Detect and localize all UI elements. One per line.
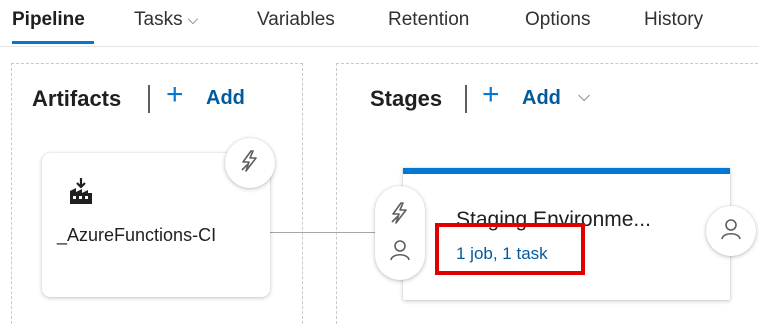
stages-separator bbox=[465, 85, 467, 113]
artifact-name: _AzureFunctions-CI bbox=[57, 225, 217, 245]
chevron-down-icon[interactable]: ⌵ bbox=[578, 88, 590, 106]
pipeline-connector bbox=[270, 232, 375, 233]
artifacts-separator bbox=[148, 85, 150, 113]
plus-icon[interactable]: + bbox=[482, 80, 500, 110]
tab-options[interactable]: Options bbox=[525, 9, 590, 31]
person-icon bbox=[720, 217, 742, 246]
post-deployment-approvals-button[interactable] bbox=[706, 206, 756, 256]
stages-title: Stages bbox=[370, 86, 443, 111]
active-tab-indicator bbox=[12, 41, 94, 44]
tab-tasks-label: Tasks bbox=[134, 9, 183, 30]
tab-tasks[interactable]: Tasks ⌵ bbox=[134, 9, 198, 31]
tab-variables[interactable]: Variables bbox=[257, 9, 335, 31]
person-icon[interactable] bbox=[389, 238, 411, 267]
tab-pipeline[interactable]: Pipeline bbox=[12, 9, 85, 31]
lightning-icon[interactable] bbox=[389, 201, 411, 230]
tab-retention[interactable]: Retention bbox=[388, 9, 469, 31]
chevron-down-icon: ⌵ bbox=[187, 11, 199, 27]
add-artifact-button[interactable]: Add bbox=[206, 87, 245, 110]
tab-history[interactable]: History bbox=[644, 9, 703, 31]
plus-icon[interactable]: + bbox=[166, 80, 184, 110]
lightning-icon bbox=[239, 149, 261, 178]
artifacts-title: Artifacts bbox=[32, 86, 122, 111]
pipeline-tab-bar: Pipeline Tasks ⌵ Variables Retention Opti… bbox=[0, 0, 759, 47]
build-artifact-icon bbox=[68, 177, 94, 210]
highlight-annotation bbox=[435, 223, 585, 275]
pre-deployment-conditions[interactable] bbox=[375, 186, 425, 280]
continuous-deployment-trigger-button[interactable] bbox=[225, 138, 275, 188]
add-stage-button[interactable]: Add bbox=[522, 87, 561, 110]
